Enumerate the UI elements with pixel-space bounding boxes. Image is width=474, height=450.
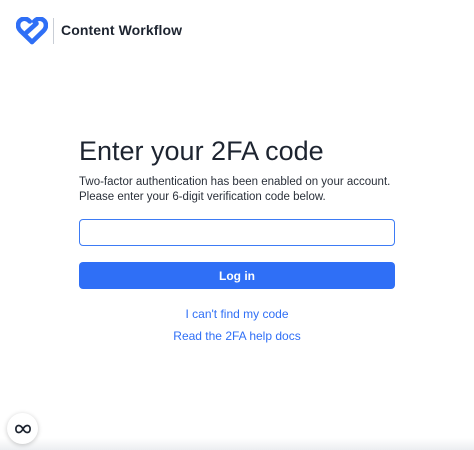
brand-divider (53, 18, 54, 44)
brand-name: Content Workflow (61, 22, 183, 38)
log-in-button[interactable]: Log in (79, 262, 395, 289)
cant-find-code-link[interactable]: I can't find my code (79, 307, 395, 321)
page-title: Enter your 2FA code (79, 136, 324, 166)
description-line-1: Two-factor authentication has been enabl… (79, 176, 391, 188)
heart-link-logo-icon[interactable] (15, 16, 49, 45)
top-bar: Content Workflow (0, 0, 474, 62)
description-line-2: Please enter your 6-digit verification c… (79, 191, 326, 203)
description: Two-factor authentication has been enabl… (79, 175, 399, 205)
help-docs-link[interactable]: Read the 2FA help docs (79, 329, 395, 343)
twofa-form: Enter your 2FA code Two-factor authentic… (79, 134, 395, 343)
infinity-loop-icon (14, 424, 31, 434)
floating-widget-button[interactable] (7, 413, 38, 444)
bottom-bar (0, 438, 474, 450)
verification-code-input[interactable] (79, 219, 395, 246)
